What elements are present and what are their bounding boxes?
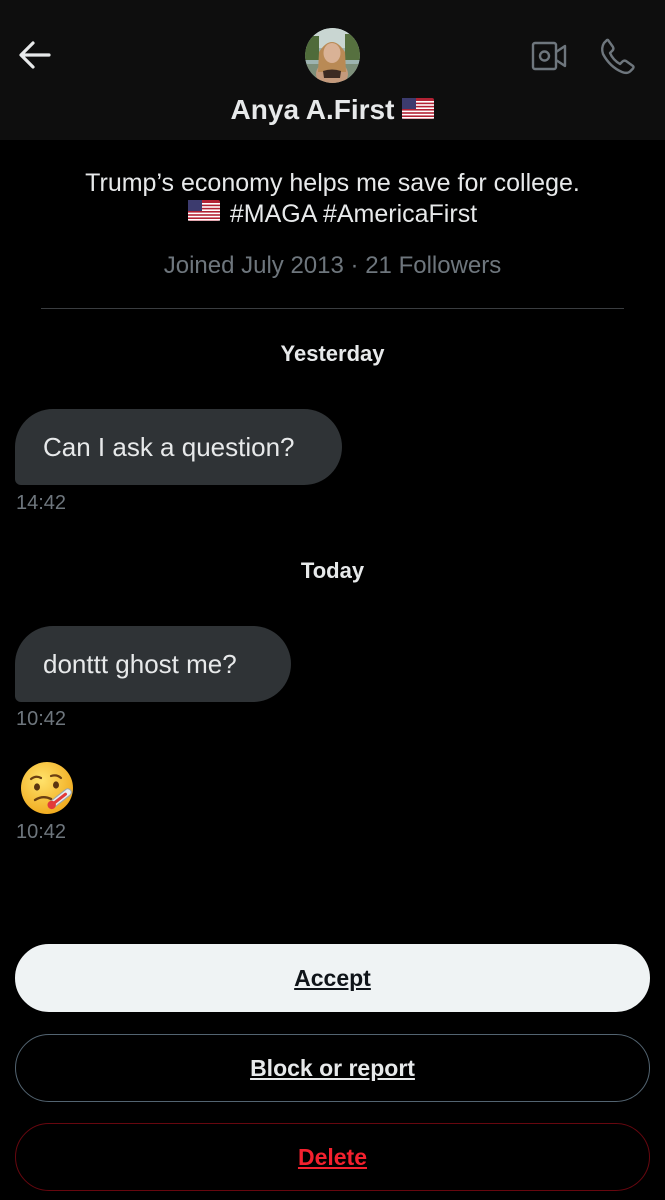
display-name: Anya A.First: [0, 92, 665, 130]
us-flag-emoji: [402, 92, 435, 128]
date-separator-today: Today: [300, 558, 365, 583]
message-bubble[interactable]: Can I ask a question?: [15, 409, 342, 485]
message-timestamp: 14:42: [16, 492, 67, 514]
bio-line-2: #MAGA #AmericaFirst: [0, 198, 665, 231]
bio-hashtags[interactable]: #MAGA #AmericaFirst: [230, 200, 477, 228]
video-call-button[interactable]: [528, 36, 570, 76]
bio-line-1: Trump’s economy helps me save for colleg…: [85, 169, 580, 197]
avatar[interactable]: [305, 28, 360, 83]
delete-button[interactable]: Delete: [15, 1123, 650, 1191]
joined-date: Joined July 2013: [163, 252, 344, 279]
arrow-left-icon: [19, 41, 51, 69]
message-timestamp: 10:42: [16, 821, 67, 843]
voice-call-button[interactable]: [596, 36, 638, 76]
date-separator-yesterday: Yesterday: [280, 341, 385, 366]
message-timestamp: 10:42: [16, 708, 67, 730]
divider: [41, 308, 624, 309]
emoji-message[interactable]: [18, 758, 78, 818]
back-button[interactable]: [16, 38, 54, 72]
us-flag-emoji: [187, 197, 220, 229]
followers-count[interactable]: 21 Followers: [365, 252, 501, 279]
meta-separator: ·: [350, 252, 359, 279]
block-or-report-button[interactable]: Block or report: [15, 1034, 650, 1102]
accept-button[interactable]: Accept: [15, 944, 650, 1012]
message-bubble[interactable]: donttt ghost me?: [15, 626, 291, 702]
profile-photo: [305, 28, 360, 83]
phone-icon: [601, 38, 635, 75]
profile-meta: Joined July 2013 · 21 Followers: [0, 250, 665, 282]
display-name-text: Anya A.First: [230, 94, 395, 125]
face-with-thermometer-emoji: [21, 762, 73, 814]
conversation-header: Anya A.First: [0, 0, 665, 140]
video-camera-icon: [531, 41, 567, 71]
